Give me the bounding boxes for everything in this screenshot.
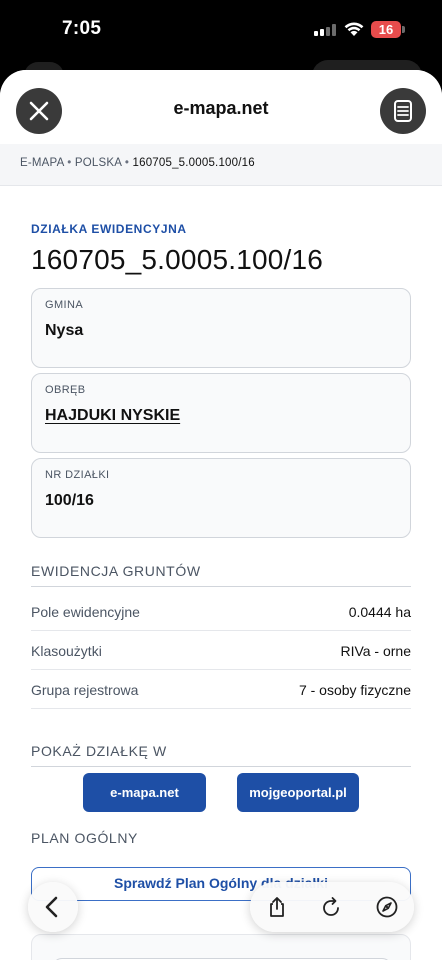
parcel-kicker: DZIAŁKA EWIDENCYJNA (31, 222, 187, 236)
breadcrumb-separator: • (124, 157, 130, 169)
table-row: Pole ewidencyjne 0.0444 ha (31, 592, 411, 631)
breadcrumb: E-MAPA • POLSKA • 160705_5.0005.100/16 (0, 144, 442, 186)
status-time: 7:05 (62, 18, 102, 39)
card-nr-dzialki: NR DZIAŁKI 100/16 (31, 458, 411, 538)
share-button[interactable] (265, 895, 289, 919)
obreb-link[interactable]: HAJDUKI NYSKIE (45, 407, 397, 425)
breadcrumb-item-emapa[interactable]: E-MAPA (20, 157, 64, 169)
share-icon (270, 897, 284, 917)
sidebar-menu-button[interactable] (380, 88, 426, 134)
row-value: RIVa - orne (340, 643, 411, 659)
next-card (31, 934, 411, 960)
wifi-icon (343, 21, 365, 37)
breadcrumb-separator: • (67, 157, 72, 169)
reload-button[interactable] (319, 895, 343, 919)
row-value: 7 - osoby fizyczne (298, 682, 411, 698)
breadcrumb-item-current: 160705_5.0005.100/16 (132, 157, 255, 169)
card-label: GMINA (45, 299, 84, 311)
section-title-plan: PLAN OGÓLNY (31, 830, 138, 846)
battery-icon: 16 (371, 21, 401, 38)
row-value: 0.0444 ha (348, 604, 411, 620)
back-button[interactable] (28, 882, 78, 932)
section-title-ewidencja: EWIDENCJA GRUNTÓW (31, 563, 411, 587)
emapa-button[interactable]: e-mapa.net (83, 773, 206, 812)
card-gmina: GMINA Nysa (31, 288, 411, 368)
breadcrumb-item-polska[interactable]: POLSKA (75, 157, 122, 169)
card-obreb: OBRĘB HAJDUKI NYSKIE (31, 373, 411, 453)
sheet-title: e-mapa.net (173, 98, 269, 118)
sidebar-menu-icon (394, 100, 412, 122)
row-key: Klasoużytki (31, 643, 102, 659)
row-key: Pole ewidencyjne (31, 604, 140, 620)
sheet-header: e-mapa.net (0, 70, 442, 144)
table-row: Klasoużytki RIVa - orne (31, 631, 411, 670)
compass-icon (376, 896, 398, 918)
card-label: NR DZIAŁKI (45, 469, 110, 481)
browser-toolbar (250, 882, 414, 932)
card-value: 100/16 (45, 492, 94, 509)
section-title-show-in: POKAŻ DZIAŁKĘ W (31, 743, 411, 767)
status-bar: 7:05 16 (0, 0, 442, 62)
reload-icon (323, 897, 339, 916)
row-key: Grupa rejestrowa (31, 682, 139, 698)
cellular-signal-icon (314, 24, 336, 36)
table-row: Grupa rejestrowa 7 - osoby fizyczne (31, 670, 411, 709)
card-label: OBRĘB (45, 384, 86, 396)
back-icon (45, 896, 58, 918)
card-value: Nysa (45, 322, 84, 339)
battery-tip (402, 26, 405, 33)
compass-button[interactable] (375, 895, 399, 919)
mojgeoportal-button[interactable]: mojgeoportal.pl (237, 773, 359, 812)
browser-sheet: e-mapa.net E-MAPA • POLSKA • 160705_5.00… (0, 70, 442, 960)
page-title: 160705_5.0005.100/16 (31, 244, 324, 275)
